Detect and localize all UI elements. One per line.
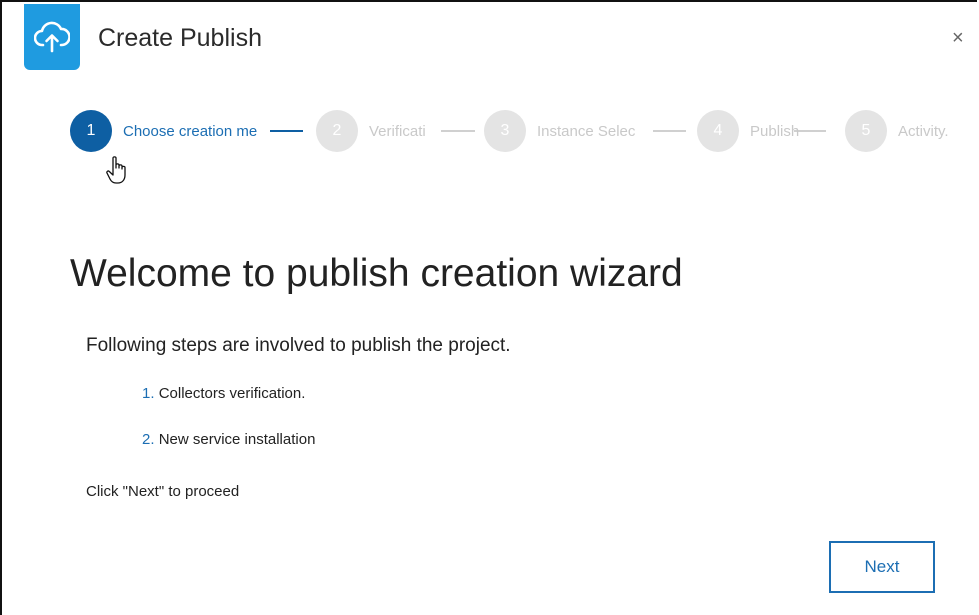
step-number-circle: 1 — [70, 110, 112, 152]
step-label: Verificati — [369, 122, 426, 140]
close-icon[interactable]: × — [952, 28, 964, 48]
step-number-circle: 4 — [697, 110, 739, 152]
step-2-verification[interactable]: 2 Verificati — [316, 110, 426, 152]
list-item-number: 1. — [142, 385, 155, 402]
create-publish-dialog: Create Publish × 1 Choose creation me 2 … — [0, 0, 977, 615]
step-number-circle: 3 — [484, 110, 526, 152]
step-label: Activity. — [898, 122, 949, 140]
step-3-instance-selection[interactable]: 3 Instance Selec — [484, 110, 635, 152]
step-label: Instance Selec — [537, 122, 636, 140]
step-1-choose-creation[interactable]: 1 Choose creation me — [70, 110, 257, 152]
step-4-publish[interactable]: 4 Publish — [697, 110, 799, 152]
step-number-circle: 2 — [316, 110, 358, 152]
list-item-number: 2. — [142, 431, 155, 448]
step-connector — [270, 130, 303, 132]
step-connector — [441, 130, 475, 132]
proceed-instruction: Click "Next" to proceed — [86, 483, 240, 500]
list-item-text: Collectors verification. — [158, 385, 306, 402]
step-5-activity[interactable]: 5 Activity. — [845, 110, 949, 152]
step-number-circle: 5 — [845, 110, 887, 152]
intro-text: Following steps are involved to publish … — [86, 335, 511, 356]
cloud-upload-icon — [24, 4, 80, 70]
step-label: Publish — [750, 122, 800, 140]
next-button[interactable]: Next — [829, 541, 935, 593]
list-item: 2. New service installation — [142, 431, 315, 448]
list-item-text: New service installation — [158, 431, 316, 448]
dialog-title: Create Publish — [98, 24, 262, 52]
welcome-heading: Welcome to publish creation wizard — [70, 252, 683, 295]
list-item: 1. Collectors verification. — [142, 385, 305, 402]
step-connector — [653, 130, 686, 132]
wizard-stepper: 1 Choose creation me 2 Verificati 3 Inst… — [70, 110, 970, 154]
hand-pointer-icon — [106, 156, 130, 186]
step-label: Choose creation me — [123, 122, 258, 140]
